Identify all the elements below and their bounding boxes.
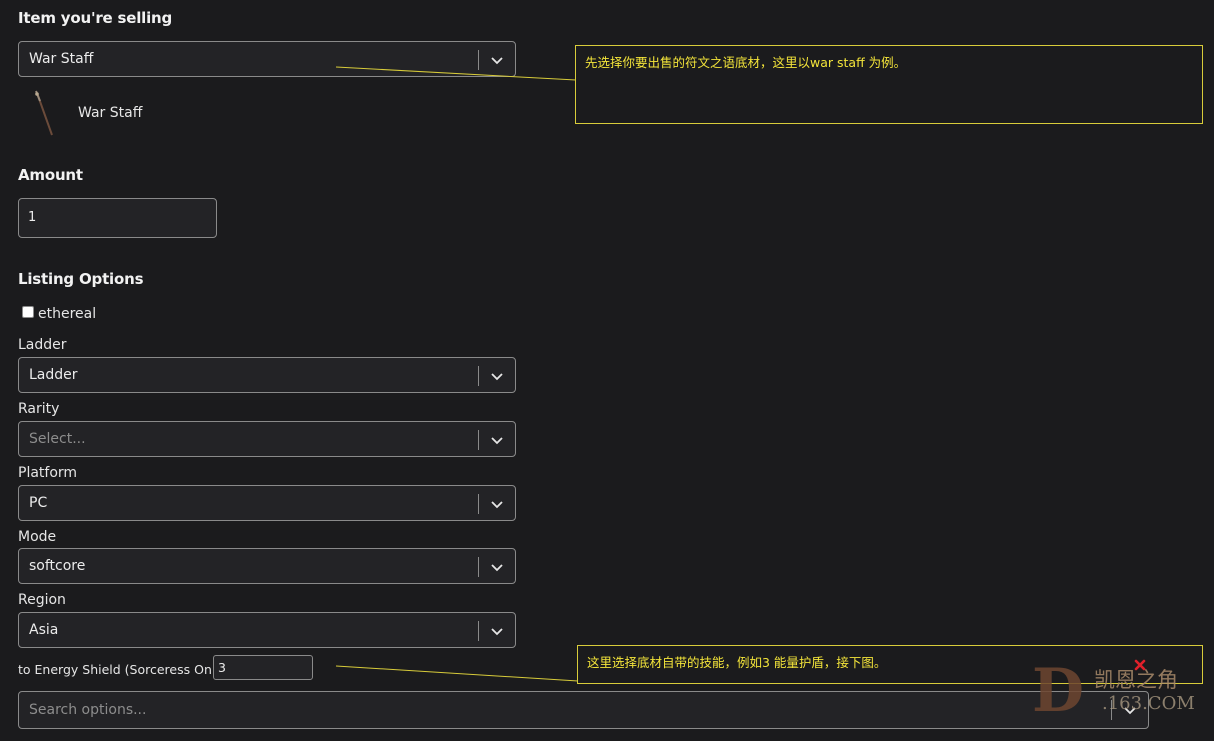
search-options-placeholder: Search options...: [29, 702, 147, 718]
platform-select[interactable]: PC: [18, 485, 516, 521]
platform-select-value: PC: [29, 495, 48, 511]
rarity-label: Rarity: [18, 401, 60, 417]
annotation-note-2: 这里选择底材自带的技能，例如3 能量护盾，接下图。: [577, 645, 1203, 684]
mode-select-value: softcore: [29, 558, 86, 574]
select-separator: [478, 50, 479, 70]
chevron-down-icon[interactable]: [489, 52, 505, 68]
ethereal-checkbox[interactable]: [22, 306, 34, 318]
select-separator: [478, 430, 479, 450]
skill-label: to Energy Shield (Sorceress Only): [18, 662, 228, 677]
region-label: Region: [18, 592, 66, 608]
rarity-select-placeholder: Select...: [29, 431, 86, 447]
ladder-select-value: Ladder: [29, 367, 78, 383]
annotation-line-2: [335, 665, 579, 682]
amount-heading: Amount: [18, 166, 83, 184]
skill-value: 3: [218, 660, 226, 675]
ladder-label: Ladder: [18, 337, 67, 353]
skill-value-input[interactable]: 3: [213, 655, 313, 680]
mode-select[interactable]: softcore: [18, 548, 516, 584]
select-separator: [1111, 700, 1112, 720]
select-separator: [478, 366, 479, 386]
chevron-down-icon[interactable]: [489, 496, 505, 512]
amount-input[interactable]: 1: [18, 198, 217, 238]
platform-label: Platform: [18, 465, 78, 481]
item-select[interactable]: War Staff: [18, 41, 516, 77]
item-preview-name: War Staff: [78, 105, 143, 121]
ethereal-label: ethereal: [38, 306, 97, 322]
chevron-down-icon[interactable]: [1122, 702, 1138, 718]
region-select[interactable]: Asia: [18, 612, 516, 648]
select-separator: [478, 557, 479, 577]
region-select-value: Asia: [29, 622, 59, 638]
item-select-value: War Staff: [29, 51, 94, 67]
chevron-down-icon[interactable]: [489, 559, 505, 575]
ladder-select[interactable]: Ladder: [18, 357, 516, 393]
select-separator: [478, 494, 479, 514]
chevron-down-icon[interactable]: [489, 368, 505, 384]
search-options-select[interactable]: Search options...: [18, 691, 1149, 729]
item-heading: Item you're selling: [18, 9, 173, 27]
amount-value: 1: [28, 210, 37, 225]
chevron-down-icon[interactable]: [489, 432, 505, 448]
chevron-down-icon[interactable]: [489, 623, 505, 639]
annotation-note-2-text: 这里选择底材自带的技能，例如3 能量护盾，接下图。: [587, 655, 887, 670]
mode-label: Mode: [18, 529, 57, 545]
listing-options-heading: Listing Options: [18, 270, 144, 288]
annotation-note-1: 先选择你要出售的符文之语底材，这里以war staff 为例。: [575, 45, 1203, 124]
rarity-select[interactable]: Select...: [18, 421, 516, 457]
select-separator: [478, 621, 479, 641]
annotation-note-1-text: 先选择你要出售的符文之语底材，这里以war staff 为例。: [585, 55, 907, 70]
war-staff-icon: [35, 90, 53, 136]
